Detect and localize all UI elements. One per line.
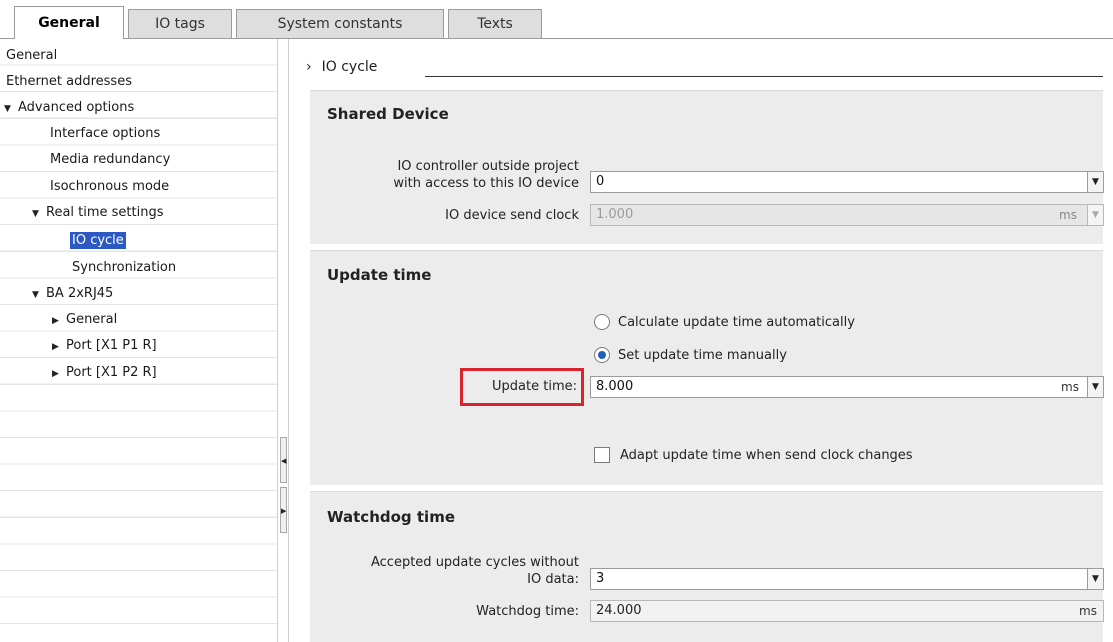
tree-item-ba-2xrj45[interactable]: ▼ BA 2xRJ45 <box>32 283 113 305</box>
tree-item-synchronization[interactable]: Synchronization <box>72 257 176 279</box>
update-time-input[interactable]: 8.000 ms ▼ <box>590 376 1104 398</box>
accepted-cycles-label-line1: Accepted update cycles without <box>371 555 579 570</box>
chevron-right-icon: › <box>306 59 312 75</box>
accepted-cycles-label-line2: IO data: <box>527 572 579 587</box>
chevron-down-icon[interactable]: ▼ <box>1087 376 1104 398</box>
triangle-down-icon[interactable]: ▼ <box>32 203 46 225</box>
send-clock-select: 1.000 ms ▼ <box>590 204 1104 226</box>
update-time-value: 8.000 <box>596 379 634 394</box>
triangle-right-icon[interactable]: ▶ <box>52 336 66 358</box>
tree-item-label: Ethernet addresses <box>6 74 132 89</box>
section-header: › IO cycle <box>306 59 377 75</box>
tree-item-label: Real time settings <box>46 205 164 220</box>
tree-item-label: Advanced options <box>18 100 135 115</box>
tree-item-real-time-settings[interactable]: ▼ Real time settings <box>32 202 164 224</box>
watchdog-time-value: 24.000 <box>596 603 642 618</box>
update-time-label: Update time: <box>492 379 577 394</box>
send-clock-label: IO device send clock <box>445 208 579 223</box>
accepted-cycles-label: Accepted update cycles without IO data: <box>371 554 579 588</box>
collapse-left-icon[interactable]: ◀ <box>280 437 287 483</box>
navigation-tree: General Ethernet addresses ▼ Advanced opt… <box>0 39 277 642</box>
tab-texts[interactable]: Texts <box>448 9 542 38</box>
tree-item-io-cycle[interactable]: IO cycle <box>70 230 126 252</box>
accepted-cycles-value: 3 <box>596 571 605 586</box>
adapt-update-time-checkbox[interactable] <box>594 447 610 463</box>
triangle-right-icon[interactable]: ▶ <box>52 363 66 385</box>
tree-item-label: Port [X1 P1 R] <box>66 338 157 353</box>
accepted-cycles-select[interactable]: 3 ▼ <box>590 568 1104 590</box>
expand-right-icon[interactable]: ▶ <box>280 487 287 533</box>
tree-item-ethernet-addresses[interactable]: Ethernet addresses <box>6 71 132 93</box>
tab-bar: General IO tags System constants Texts <box>0 0 1113 39</box>
tree-item-port-x1-p1-r[interactable]: ▶ Port [X1 P1 R] <box>52 335 157 357</box>
chevron-down-icon[interactable]: ▼ <box>1087 171 1104 193</box>
tree-item-label: Port [X1 P2 R] <box>66 365 157 380</box>
tree-item-general[interactable]: General <box>6 45 57 67</box>
radio-auto-label: Calculate update time automatically <box>618 315 855 330</box>
tree-item-advanced-options[interactable]: ▼ Advanced options <box>4 97 134 119</box>
io-controller-label-line1: IO controller outside project <box>397 159 579 174</box>
chevron-down-icon: ▼ <box>1087 204 1104 226</box>
chevron-down-icon[interactable]: ▼ <box>1087 568 1104 590</box>
tree-item-label: Media redundancy <box>50 152 171 167</box>
section-title: Watchdog time <box>327 508 455 526</box>
tree-item-label: Synchronization <box>72 260 177 275</box>
update-time-unit: ms <box>1061 380 1079 394</box>
section-title: Update time <box>327 266 432 284</box>
tab-io-tags[interactable]: IO tags <box>128 9 232 38</box>
triangle-down-icon[interactable]: ▼ <box>32 284 46 306</box>
send-clock-value: 1.000 <box>596 207 634 222</box>
tree-item-port-x1-p2-r[interactable]: ▶ Port [X1 P2 R] <box>52 362 157 384</box>
watchdog-section: Watchdog time Accepted update cycles wit… <box>310 491 1104 642</box>
tree-item-label: Isochronous mode <box>50 179 170 194</box>
tree-item-media-redundancy[interactable]: Media redundancy <box>50 149 170 171</box>
tree-item-label: General <box>6 48 58 63</box>
shared-device-section: Shared Device IO controller outside proj… <box>310 90 1104 244</box>
radio-manual-update-time[interactable] <box>594 347 610 363</box>
send-clock-unit: ms <box>1059 208 1077 222</box>
watchdog-time-unit: ms <box>1079 604 1097 618</box>
triangle-right-icon[interactable]: ▶ <box>52 310 66 332</box>
io-controller-value: 0 <box>596 174 605 189</box>
tree-item-label: Interface options <box>50 126 161 141</box>
pane-splitter[interactable]: ◀ ▶ <box>277 39 289 642</box>
io-controller-select[interactable]: 0 ▼ <box>590 171 1104 193</box>
tree-item-label: General <box>66 312 118 327</box>
update-time-section: Update time Calculate update time automa… <box>310 250 1104 485</box>
tree-item-general-sub[interactable]: ▶ General <box>52 309 117 331</box>
triangle-down-icon[interactable]: ▼ <box>4 98 18 120</box>
tab-system-constants[interactable]: System constants <box>236 9 444 38</box>
io-controller-label-line2: with access to this IO device <box>393 176 579 191</box>
watchdog-time-label: Watchdog time: <box>476 604 579 619</box>
tab-general[interactable]: General <box>14 6 124 39</box>
radio-auto-update-time[interactable] <box>594 314 610 330</box>
adapt-update-time-label: Adapt update time when send clock change… <box>620 448 913 463</box>
header-rule <box>425 76 1103 77</box>
tree-item-isochronous-mode[interactable]: Isochronous mode <box>50 176 169 198</box>
tree-item-label: IO cycle <box>70 232 126 249</box>
section-header-title: IO cycle <box>321 59 378 75</box>
io-controller-label: IO controller outside project with acces… <box>393 158 579 192</box>
properties-pane: › IO cycle Shared Device IO controller ou… <box>290 39 1113 642</box>
section-title: Shared Device <box>327 105 449 123</box>
watchdog-time-field: 24.000 ms <box>590 600 1104 622</box>
tree-item-label: BA 2xRJ45 <box>46 286 114 301</box>
tree-item-interface-options[interactable]: Interface options <box>50 123 160 145</box>
radio-manual-label: Set update time manually <box>618 348 787 363</box>
